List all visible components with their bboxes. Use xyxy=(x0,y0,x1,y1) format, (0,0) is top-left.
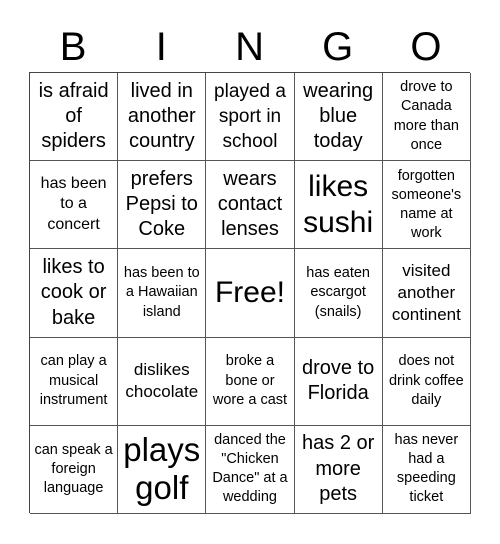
bingo-cell-text: can speak a foreign language xyxy=(34,441,113,496)
bingo-cell[interactable]: played a sport in school xyxy=(206,73,295,162)
bingo-cell-text: visited another continent xyxy=(391,261,461,324)
bingo-cell[interactable]: has 2 or more pets xyxy=(294,425,383,514)
bingo-cell-text: has been to a concert xyxy=(40,174,107,234)
bingo-cell[interactable]: dislikes chocolate xyxy=(118,337,207,426)
header-letter-b: B xyxy=(59,25,87,69)
bingo-cell-text: broke a bone or wore a cast xyxy=(212,353,288,408)
bingo-cell-text: forgotten someone's name at work xyxy=(391,167,462,241)
bingo-cell-text: plays golf xyxy=(123,431,201,507)
bingo-cell[interactable]: has been to a Hawaiian island xyxy=(118,249,207,338)
bingo-cell[interactable]: is afraid of spiders xyxy=(30,73,119,162)
bingo-cell-text: prefers Pepsi to Coke xyxy=(125,167,198,241)
bingo-grid: is afraid of spiders lived in another cou… xyxy=(29,72,471,514)
bingo-cell-text: is afraid of spiders xyxy=(38,79,109,153)
bingo-cell[interactable]: likes to cook or bake xyxy=(30,249,119,338)
bingo-cell[interactable]: drove to Florida xyxy=(294,337,383,426)
header-letter-o: O xyxy=(410,25,442,69)
bingo-cell-text: drove to Canada more than once xyxy=(393,79,459,153)
bingo-cell[interactable]: wears contact lenses xyxy=(206,161,295,250)
bingo-cell[interactable]: danced the "Chicken Dance" at a wedding xyxy=(206,425,295,514)
bingo-cell-text: Free! xyxy=(214,275,285,309)
bingo-cell[interactable]: likes sushi xyxy=(294,161,383,250)
bingo-cell-text: has never had a speeding ticket xyxy=(394,432,459,506)
bingo-cell[interactable]: wearing blue today xyxy=(294,73,383,162)
bingo-cell[interactable]: forgotten someone's name at work xyxy=(382,161,471,250)
bingo-cell-text: danced the "Chicken Dance" at a wedding xyxy=(212,432,288,506)
bingo-cell[interactable]: has eaten escargot (snails) xyxy=(294,249,383,338)
bingo-cell-text: wearing blue today xyxy=(303,79,374,153)
bingo-cell-text: wears contact lenses xyxy=(217,167,283,241)
bingo-cell[interactable]: lived in another country xyxy=(118,73,207,162)
bingo-cell-text: has been to a Hawaiian island xyxy=(123,265,200,320)
bingo-cell[interactable]: can play a musical instrument xyxy=(30,337,119,426)
bingo-cell-text: has 2 or more pets xyxy=(302,432,375,506)
bingo-cell[interactable]: can speak a foreign language xyxy=(30,425,119,514)
bingo-cell[interactable]: broke a bone or wore a cast xyxy=(206,337,295,426)
bingo-cell-text: does not drink coffee daily xyxy=(388,353,464,408)
bingo-cell-text: played a sport in school xyxy=(214,80,286,153)
bingo-cell-text: drove to Florida xyxy=(302,356,375,405)
free-space-cell[interactable]: Free! xyxy=(206,249,295,338)
bingo-cell-text: has eaten escargot (snails) xyxy=(306,265,370,320)
bingo-cell[interactable]: has never had a speeding ticket xyxy=(382,425,471,514)
bingo-cell-text: lived in another country xyxy=(127,79,196,153)
bingo-cell[interactable]: plays golf xyxy=(118,425,207,514)
bingo-cell[interactable]: prefers Pepsi to Coke xyxy=(118,161,207,250)
bingo-header: B I N G O xyxy=(29,22,470,72)
bingo-cell[interactable]: drove to Canada more than once xyxy=(382,73,471,162)
bingo-cell-text: likes to cook or bake xyxy=(40,255,107,329)
header-letter-n: N xyxy=(235,25,264,69)
bingo-cell-text: likes sushi xyxy=(303,169,374,239)
bingo-cell[interactable]: does not drink coffee daily xyxy=(382,337,471,426)
bingo-cell-text: dislikes chocolate xyxy=(125,360,199,402)
bingo-cell[interactable]: has been to a concert xyxy=(30,161,119,250)
header-letter-i: I xyxy=(155,25,167,69)
bingo-cell[interactable]: visited another continent xyxy=(382,249,471,338)
bingo-cell-text: can play a musical instrument xyxy=(39,353,108,408)
header-letter-g: G xyxy=(322,25,354,69)
